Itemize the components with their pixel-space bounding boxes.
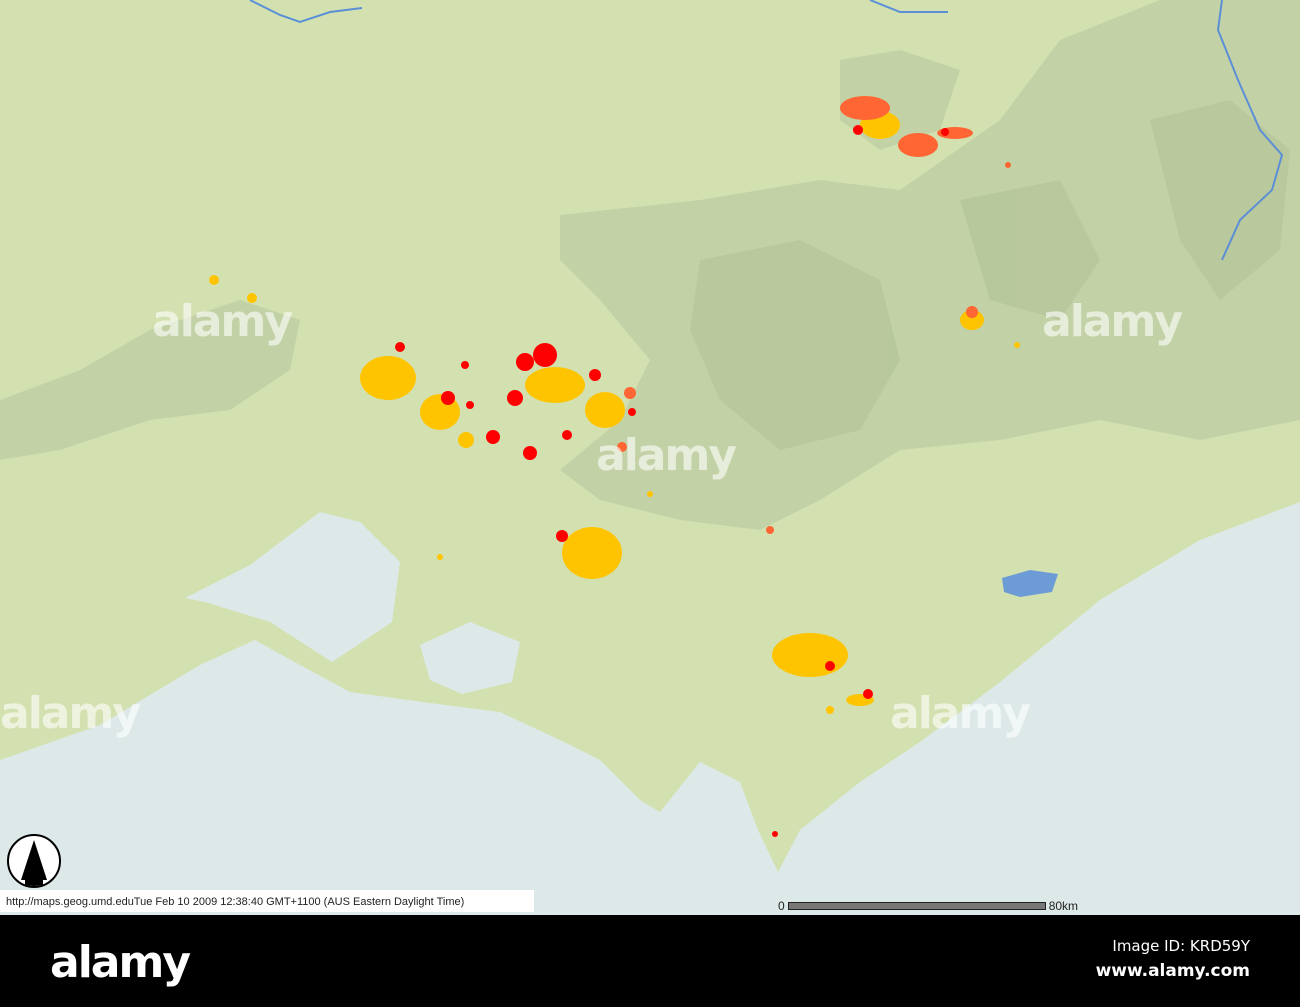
site-url: www.alamy.com xyxy=(1095,961,1250,981)
footer-band: alamy Image ID: KRD59Y www.alamy.com xyxy=(0,915,1300,1007)
watermark: alamy xyxy=(152,296,293,347)
watermark: alamy xyxy=(0,688,141,739)
watermark: alamy xyxy=(1042,296,1183,347)
watermark: alamy xyxy=(596,430,737,481)
scale-bar-line xyxy=(787,902,1046,910)
image-id: Image ID: KRD59Y xyxy=(1112,937,1250,955)
scale-end-label: 80km xyxy=(1048,899,1079,913)
watermark: alamy xyxy=(890,688,1031,739)
map-screenshot: alamy alamy alamy alamy alamy http://map… xyxy=(0,0,1300,1007)
map-credit: http://maps.geog.umd.eduTue Feb 10 2009 … xyxy=(0,890,534,912)
alamy-logo: alamy xyxy=(50,937,191,988)
scale-start-label: 0 xyxy=(778,899,785,913)
scale-bar: 0 80km xyxy=(778,899,1078,913)
north-arrow xyxy=(7,834,61,888)
north-arrow-icon xyxy=(21,840,47,886)
